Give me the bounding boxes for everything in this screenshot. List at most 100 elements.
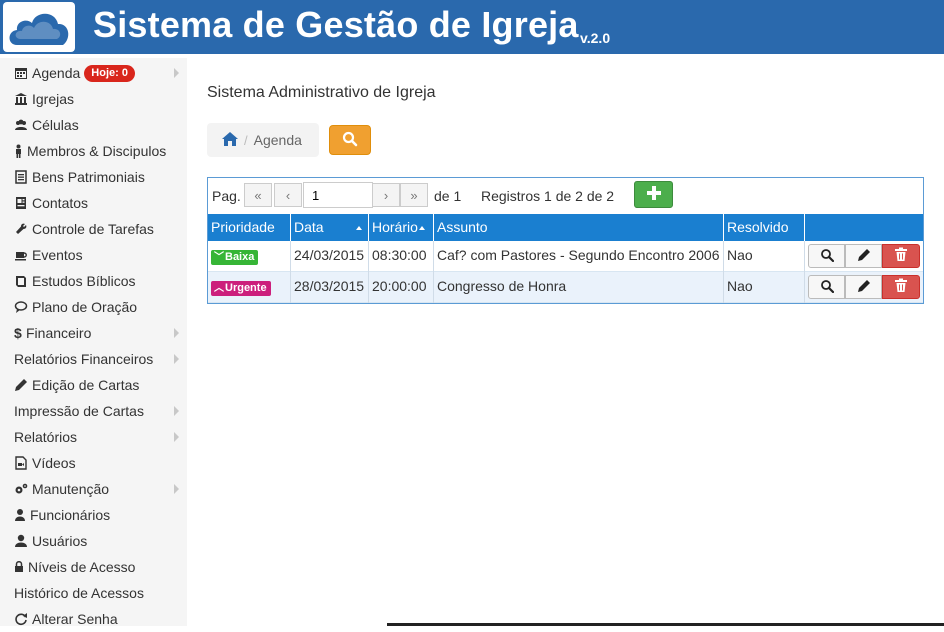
prev-page-button[interactable]: ‹ <box>274 183 302 207</box>
pencil-icon <box>857 279 871 296</box>
dollar-icon: $ <box>14 325 22 341</box>
date-cell: 24/03/2015 <box>291 241 369 272</box>
sidebar-item-impressao-cartas[interactable]: Impressão de Cartas <box>0 398 187 424</box>
sidebar-item-label: Contatos <box>32 195 89 211</box>
sidebar-item-eventos[interactable]: Eventos <box>0 242 187 268</box>
sidebar-item-relatorios-financeiros[interactable]: Relatórios Financeiros <box>0 346 187 372</box>
sidebar-item-oracao[interactable]: Plano de Oração <box>0 294 187 320</box>
sidebar-item-bens[interactable]: Bens Patrimoniais <box>0 164 187 190</box>
column-header-horario[interactable]: Horário <box>369 214 434 241</box>
row-actions <box>808 275 920 299</box>
sidebar-item-niveis-acesso[interactable]: Níveis de Acesso <box>0 554 187 580</box>
app-version: v.2.0 <box>580 30 611 46</box>
users-icon <box>14 118 28 132</box>
grid-toolbar: Pag. « ‹ › » de 1 Registros 1 de 2 de 2 <box>208 178 923 214</box>
pager-label: Pag. <box>212 188 241 204</box>
home-icon[interactable] <box>221 131 239 150</box>
contacts-icon <box>14 196 28 210</box>
submenu-arrow-icon <box>174 68 179 78</box>
trash-icon <box>894 278 908 296</box>
cloud-logo[interactable] <box>3 2 75 52</box>
column-header-actions <box>805 214 923 241</box>
table-row[interactable]: ︿Urgente 28/03/2015 20:00:00 Congresso d… <box>208 272 923 303</box>
last-page-button[interactable]: » <box>400 183 428 207</box>
delete-button[interactable] <box>882 275 920 299</box>
sidebar-item-igrejas[interactable]: Igrejas <box>0 86 187 112</box>
sidebar: Agenda Hoje: 0 Igrejas Células Membros &… <box>0 58 187 627</box>
agenda-grid: Pag. « ‹ › » de 1 Registros 1 de 2 de 2 … <box>207 177 924 304</box>
time-cell: 20:00:00 <box>369 272 434 303</box>
priority-badge-urgent: ︿Urgente <box>211 281 271 296</box>
sidebar-item-celulas[interactable]: Células <box>0 112 187 138</box>
coffee-icon <box>14 248 28 262</box>
sidebar-item-label: Usuários <box>32 533 88 549</box>
sidebar-item-financeiro[interactable]: $ Financeiro <box>0 320 187 346</box>
sidebar-item-funcionarios[interactable]: Funcionários <box>0 502 187 528</box>
page-number-input[interactable] <box>303 182 373 208</box>
sidebar-item-contatos[interactable]: Contatos <box>0 190 187 216</box>
subject-cell: Congresso de Honra <box>434 272 724 303</box>
sidebar-item-label: Histórico de Acessos <box>14 585 144 601</box>
today-badge: Hoje: 0 <box>84 64 135 82</box>
list-icon <box>14 170 28 184</box>
next-page-button[interactable]: › <box>372 183 400 207</box>
sort-asc-icon <box>356 226 362 230</box>
sidebar-item-usuarios[interactable]: Usuários <box>0 528 187 554</box>
sidebar-item-label: Relatórios <box>14 429 78 445</box>
resolved-cell: Nao <box>724 272 805 303</box>
book-icon <box>14 274 28 288</box>
pager-total: de 1 <box>434 188 462 204</box>
view-button[interactable] <box>808 275 845 299</box>
add-event-button[interactable] <box>634 181 673 208</box>
app-header: Sistema de Gestão de Igreja v.2.0 <box>0 0 944 54</box>
user-icon <box>14 534 28 548</box>
cloud-icon <box>9 13 69 45</box>
sidebar-item-estudos[interactable]: Estudos Bíblicos <box>0 268 187 294</box>
submenu-arrow-icon <box>174 484 179 494</box>
sidebar-item-label: Funcionários <box>30 507 111 523</box>
sidebar-item-alterar-senha[interactable]: Alterar Senha <box>0 606 187 632</box>
sidebar-item-label: Financeiro <box>26 325 92 341</box>
video-file-icon <box>14 456 28 470</box>
sidebar-item-membros[interactable]: Membros & Discipulos <box>0 138 187 164</box>
sidebar-item-label: Níveis de Acesso <box>28 559 136 575</box>
bank-icon <box>14 92 28 106</box>
column-header-assunto[interactable]: Assunto <box>434 214 724 241</box>
edit-button[interactable] <box>845 244 882 268</box>
sidebar-item-label: Controle de Tarefas <box>32 221 154 237</box>
chevron-down-icon: ﹀ <box>214 252 224 263</box>
date-cell: 28/03/2015 <box>291 272 369 303</box>
first-page-button[interactable]: « <box>244 183 272 207</box>
sidebar-item-label: Plano de Oração <box>32 299 138 315</box>
column-header-resolvido[interactable]: Resolvido <box>724 214 805 241</box>
sidebar-item-historico-acessos[interactable]: Histórico de Acessos <box>0 580 187 606</box>
delete-button[interactable] <box>882 244 920 268</box>
comment-icon <box>14 300 28 314</box>
sidebar-item-label: Eventos <box>32 247 83 263</box>
sidebar-item-edicao-cartas[interactable]: Edição de Cartas <box>0 372 187 398</box>
person-icon <box>14 144 23 158</box>
priority-badge-low: ﹀Baixa <box>211 250 259 265</box>
sidebar-item-label: Igrejas <box>32 91 75 107</box>
priority-cell: ﹀Baixa <box>208 241 291 272</box>
sidebar-item-label: Estudos Bíblicos <box>32 273 136 289</box>
column-header-data[interactable]: Data <box>291 214 369 241</box>
breadcrumb-current: Agenda <box>253 132 302 148</box>
table-row[interactable]: ﹀Baixa 24/03/2015 08:30:00 Caf? com Past… <box>208 241 923 272</box>
search-button[interactable] <box>329 125 371 155</box>
sidebar-item-tarefas[interactable]: Controle de Tarefas <box>0 216 187 242</box>
column-header-prioridade[interactable]: Prioridade <box>208 214 291 241</box>
sidebar-item-label: Membros & Discipulos <box>27 143 167 159</box>
view-button[interactable] <box>808 244 845 268</box>
submenu-arrow-icon <box>174 328 179 338</box>
sidebar-item-agenda[interactable]: Agenda Hoje: 0 <box>0 60 187 86</box>
page-title: Sistema Administrativo de Igreja <box>207 84 436 101</box>
sidebar-item-manutencao[interactable]: Manutenção <box>0 476 187 502</box>
submenu-arrow-icon <box>174 406 179 416</box>
sidebar-item-relatorios[interactable]: Relatórios <box>0 424 187 450</box>
sidebar-item-videos[interactable]: Vídeos <box>0 450 187 476</box>
search-icon <box>820 248 834 265</box>
edit-button[interactable] <box>845 275 882 299</box>
plus-icon <box>646 185 662 204</box>
sidebar-item-label: Relatórios Financeiros <box>14 351 154 367</box>
